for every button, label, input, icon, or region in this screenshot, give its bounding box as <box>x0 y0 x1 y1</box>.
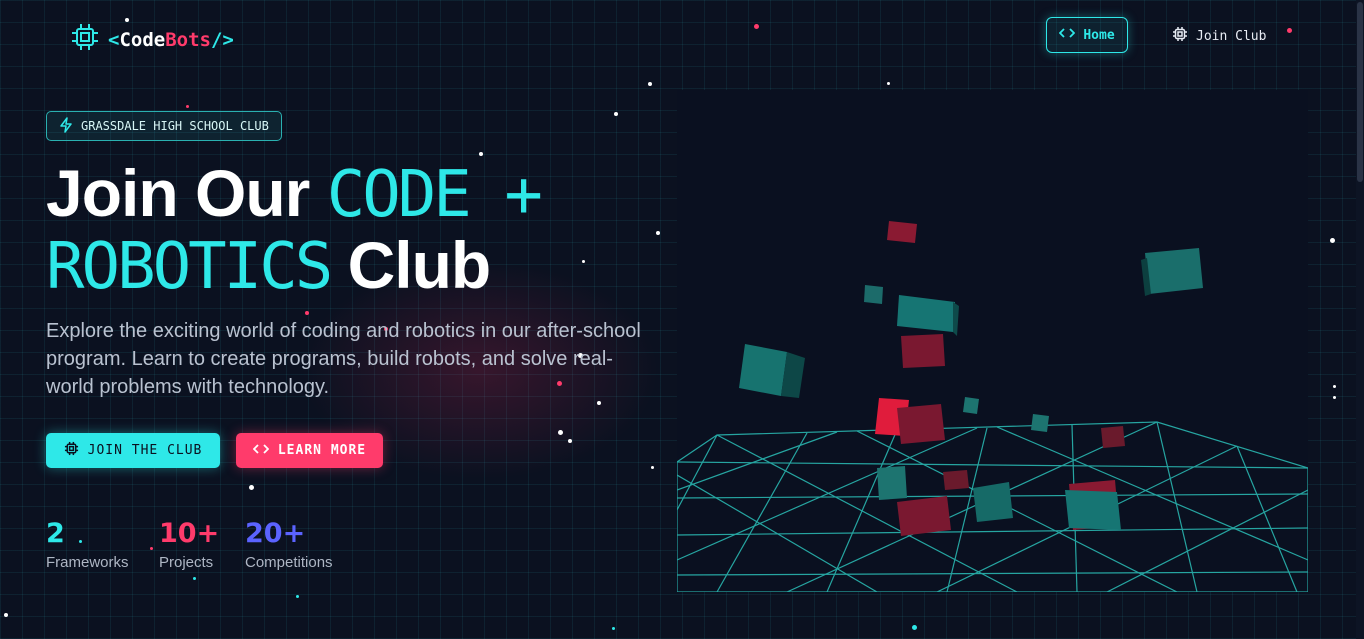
robotics-3d-scene[interactable] <box>676 90 1309 593</box>
nav-home-label: Home <box>1083 27 1115 43</box>
particle <box>296 595 299 598</box>
particle <box>4 613 8 617</box>
stat-value: 2 <box>46 518 65 549</box>
badge-label: GRASSDALE HIGH SCHOOL CLUB <box>81 119 269 133</box>
learn-more-button[interactable]: LEARN MORE <box>236 433 383 468</box>
particle <box>754 24 759 29</box>
nav-home-button[interactable]: Home <box>1046 17 1128 53</box>
particle <box>558 430 563 435</box>
chip-icon <box>1172 26 1188 46</box>
join-club-button[interactable]: JOIN THE CLUB <box>46 433 220 468</box>
page-scrollbar[interactable] <box>1356 0 1364 639</box>
lightning-icon <box>59 116 73 136</box>
stat-label: Projects <box>159 554 214 571</box>
nav-join-club-link[interactable]: Join Club <box>1172 26 1266 46</box>
school-badge: GRASSDALE HIGH SCHOOL CLUB <box>46 111 282 141</box>
particle <box>568 439 572 443</box>
stat-label: Competitions <box>245 554 333 571</box>
particle <box>887 82 890 85</box>
particle <box>1287 28 1292 33</box>
particle <box>648 82 652 86</box>
code-brackets-icon <box>1059 27 1076 43</box>
hero-description: Explore the exciting world of coding and… <box>46 320 641 398</box>
particle <box>614 112 618 116</box>
particle <box>1333 385 1336 388</box>
nav-join-label: Join Club <box>1196 28 1267 44</box>
stat-value: 20+ <box>245 518 306 549</box>
stat-competitions: 20+ Competitions <box>245 518 333 571</box>
stat-value: 10+ <box>159 518 220 549</box>
particle <box>1330 238 1335 243</box>
particle <box>193 577 196 580</box>
particle <box>479 152 483 156</box>
hero-title: Join Our CODE + ROBOTICS Club <box>46 156 543 304</box>
particle <box>186 105 189 108</box>
particle <box>249 485 254 490</box>
particle <box>150 547 153 550</box>
particle <box>651 466 654 469</box>
stat-projects: 10+ Projects <box>159 518 219 571</box>
particle <box>597 401 601 405</box>
stat-frameworks: 2 Frameworks <box>46 518 129 571</box>
chip-icon <box>64 441 79 460</box>
particle <box>912 625 917 630</box>
particle <box>612 627 615 630</box>
particle <box>305 311 309 315</box>
join-club-label: JOIN THE CLUB <box>87 443 203 458</box>
learn-more-label: LEARN MORE <box>277 443 367 458</box>
particle <box>1333 396 1336 399</box>
brand-text: <CodeBots/> <box>108 28 234 51</box>
stat-label: Frameworks <box>46 554 129 571</box>
brand-logo[interactable]: <CodeBots/> <box>70 22 234 57</box>
chip-icon <box>70 22 100 57</box>
particle <box>656 231 660 235</box>
scrollbar-thumb[interactable] <box>1357 2 1363 182</box>
code-brackets-icon <box>252 443 270 459</box>
wireframe-floor <box>676 221 1309 593</box>
